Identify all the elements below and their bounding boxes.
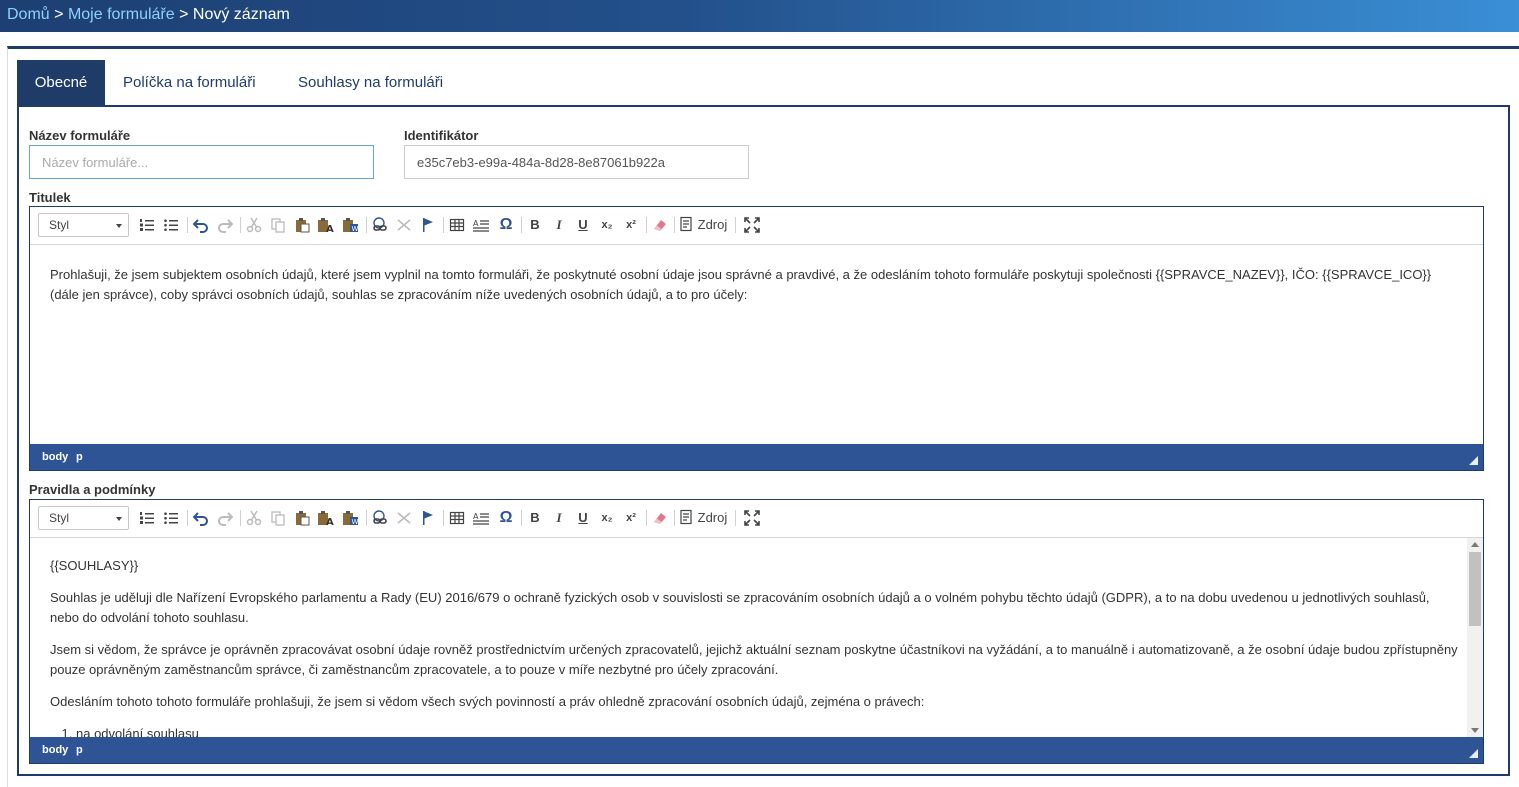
numbered-list-icon[interactable] [137, 215, 157, 235]
copy-icon[interactable] [268, 508, 288, 528]
breadcrumb-separator: > [54, 6, 64, 23]
scroll-up-icon[interactable] [1471, 542, 1479, 547]
maximize-icon[interactable] [742, 508, 762, 528]
rules-editor-content[interactable]: {{SOUHLASY}} Souhlas je uděluji dle Naří… [50, 556, 1461, 737]
spellcheck-icon[interactable]: A [471, 215, 491, 235]
editor-toolbar: Styl A W A Ω B I U x₂ x² Zdroj [30, 500, 1483, 538]
anchor-icon[interactable] [418, 215, 438, 235]
tab-form-fields[interactable]: Políčka na formuláři [123, 60, 256, 106]
editor-statusbar: body p [30, 444, 1483, 470]
resize-handle[interactable] [1469, 749, 1478, 758]
paste-word-icon[interactable]: W [341, 215, 361, 235]
resize-handle[interactable] [1469, 456, 1478, 465]
paste-text-icon[interactable]: A [316, 215, 336, 235]
redo-icon[interactable] [215, 215, 235, 235]
subscript-icon[interactable]: x₂ [597, 508, 617, 528]
svg-text:A: A [326, 224, 334, 233]
editor-statusbar: body p [30, 737, 1483, 763]
cut-icon[interactable] [244, 215, 264, 235]
table-icon[interactable] [447, 215, 467, 235]
superscript-icon[interactable]: x² [621, 508, 641, 528]
top-bar: Domů > Moje formuláře > Nový záznam [0, 0, 1519, 32]
scrollbar-thumb[interactable] [1469, 552, 1481, 626]
underline-icon[interactable]: U [573, 508, 593, 528]
link-icon[interactable] [370, 215, 390, 235]
undo-icon[interactable] [191, 508, 211, 528]
maximize-icon[interactable] [742, 215, 762, 235]
cut-icon[interactable] [244, 508, 264, 528]
breadcrumb-separator: > [179, 6, 189, 23]
svg-text:A: A [473, 512, 479, 521]
undo-icon[interactable] [191, 215, 211, 235]
identifier-label: Identifikátor [404, 128, 479, 143]
special-char-icon[interactable]: Ω [496, 215, 516, 235]
element-path-body[interactable]: body [42, 744, 68, 756]
bold-icon[interactable]: B [525, 215, 545, 235]
form-name-label: Název formuláře [29, 128, 131, 143]
special-char-icon[interactable]: Ω [496, 508, 516, 528]
source-icon [680, 216, 692, 232]
tab-general[interactable]: Obecné [17, 60, 105, 106]
superscript-icon[interactable]: x² [621, 215, 641, 235]
source-button[interactable]: Zdroj [678, 508, 728, 528]
element-path-body[interactable]: body [42, 451, 68, 463]
title-editor-content[interactable]: Prohlašuji, že jsem subjektem osobních ú… [50, 265, 1461, 317]
anchor-icon[interactable] [418, 508, 438, 528]
italic-icon[interactable]: I [549, 215, 569, 235]
underline-icon[interactable]: U [573, 215, 593, 235]
source-button[interactable]: Zdroj [678, 215, 728, 235]
tab-form-consents[interactable]: Souhlasy na formuláři [298, 60, 443, 106]
rules-editor-scrollbar[interactable] [1467, 538, 1483, 737]
source-icon [680, 509, 692, 525]
style-combo[interactable]: Styl [38, 506, 129, 530]
paste-icon[interactable] [292, 215, 312, 235]
bulleted-list-icon[interactable] [161, 508, 181, 528]
list-item: na odvolání souhlasu [76, 724, 1461, 737]
link-icon[interactable] [370, 508, 390, 528]
redo-icon[interactable] [215, 508, 235, 528]
identifier-input[interactable] [404, 145, 749, 179]
svg-text:W: W [352, 518, 359, 526]
paste-text-icon[interactable]: A [316, 508, 336, 528]
editor-toolbar: Styl A W A Ω B I U x₂ x² Zdroj [30, 207, 1483, 245]
bulleted-list-icon[interactable] [161, 215, 181, 235]
subscript-icon[interactable]: x₂ [597, 215, 617, 235]
svg-text:A: A [473, 219, 479, 228]
table-icon[interactable] [447, 508, 467, 528]
remove-format-icon[interactable] [650, 508, 670, 528]
style-combo[interactable]: Styl [38, 213, 129, 237]
bold-icon[interactable]: B [525, 508, 545, 528]
title-editor: Styl A W A Ω B I U x₂ x² Zdroj Prohlašuj… [29, 206, 1484, 471]
copy-icon[interactable] [268, 215, 288, 235]
element-path-p[interactable]: p [76, 744, 83, 756]
unlink-icon[interactable] [394, 508, 414, 528]
italic-icon[interactable]: I [549, 508, 569, 528]
remove-format-icon[interactable] [650, 215, 670, 235]
breadcrumb-forms-link[interactable]: Moje formuláře [68, 6, 175, 23]
scroll-down-icon[interactable] [1471, 728, 1479, 733]
rights-list: na odvolání souhlasu [76, 724, 1461, 737]
paste-icon[interactable] [292, 508, 312, 528]
breadcrumb-current: Nový záznam [192, 6, 290, 23]
breadcrumb-home-link[interactable]: Domů [7, 6, 50, 23]
numbered-list-icon[interactable] [137, 508, 157, 528]
rules-label: Pravidla a podmínky [29, 482, 156, 497]
svg-text:W: W [352, 225, 359, 233]
svg-text:A: A [326, 517, 334, 526]
element-path-p[interactable]: p [76, 451, 83, 463]
paste-word-icon[interactable]: W [341, 508, 361, 528]
breadcrumb: Domů > Moje formuláře > Nový záznam [7, 6, 290, 24]
form-name-input[interactable] [29, 145, 374, 179]
unlink-icon[interactable] [394, 215, 414, 235]
rules-editor: Styl A W A Ω B I U x₂ x² Zdroj {{SOUHLAS… [29, 499, 1484, 764]
rules-editor-viewport: {{SOUHLASY}} Souhlas je uděluji dle Naří… [30, 538, 1467, 737]
title-label: Titulek [29, 190, 71, 205]
spellcheck-icon[interactable]: A [471, 508, 491, 528]
